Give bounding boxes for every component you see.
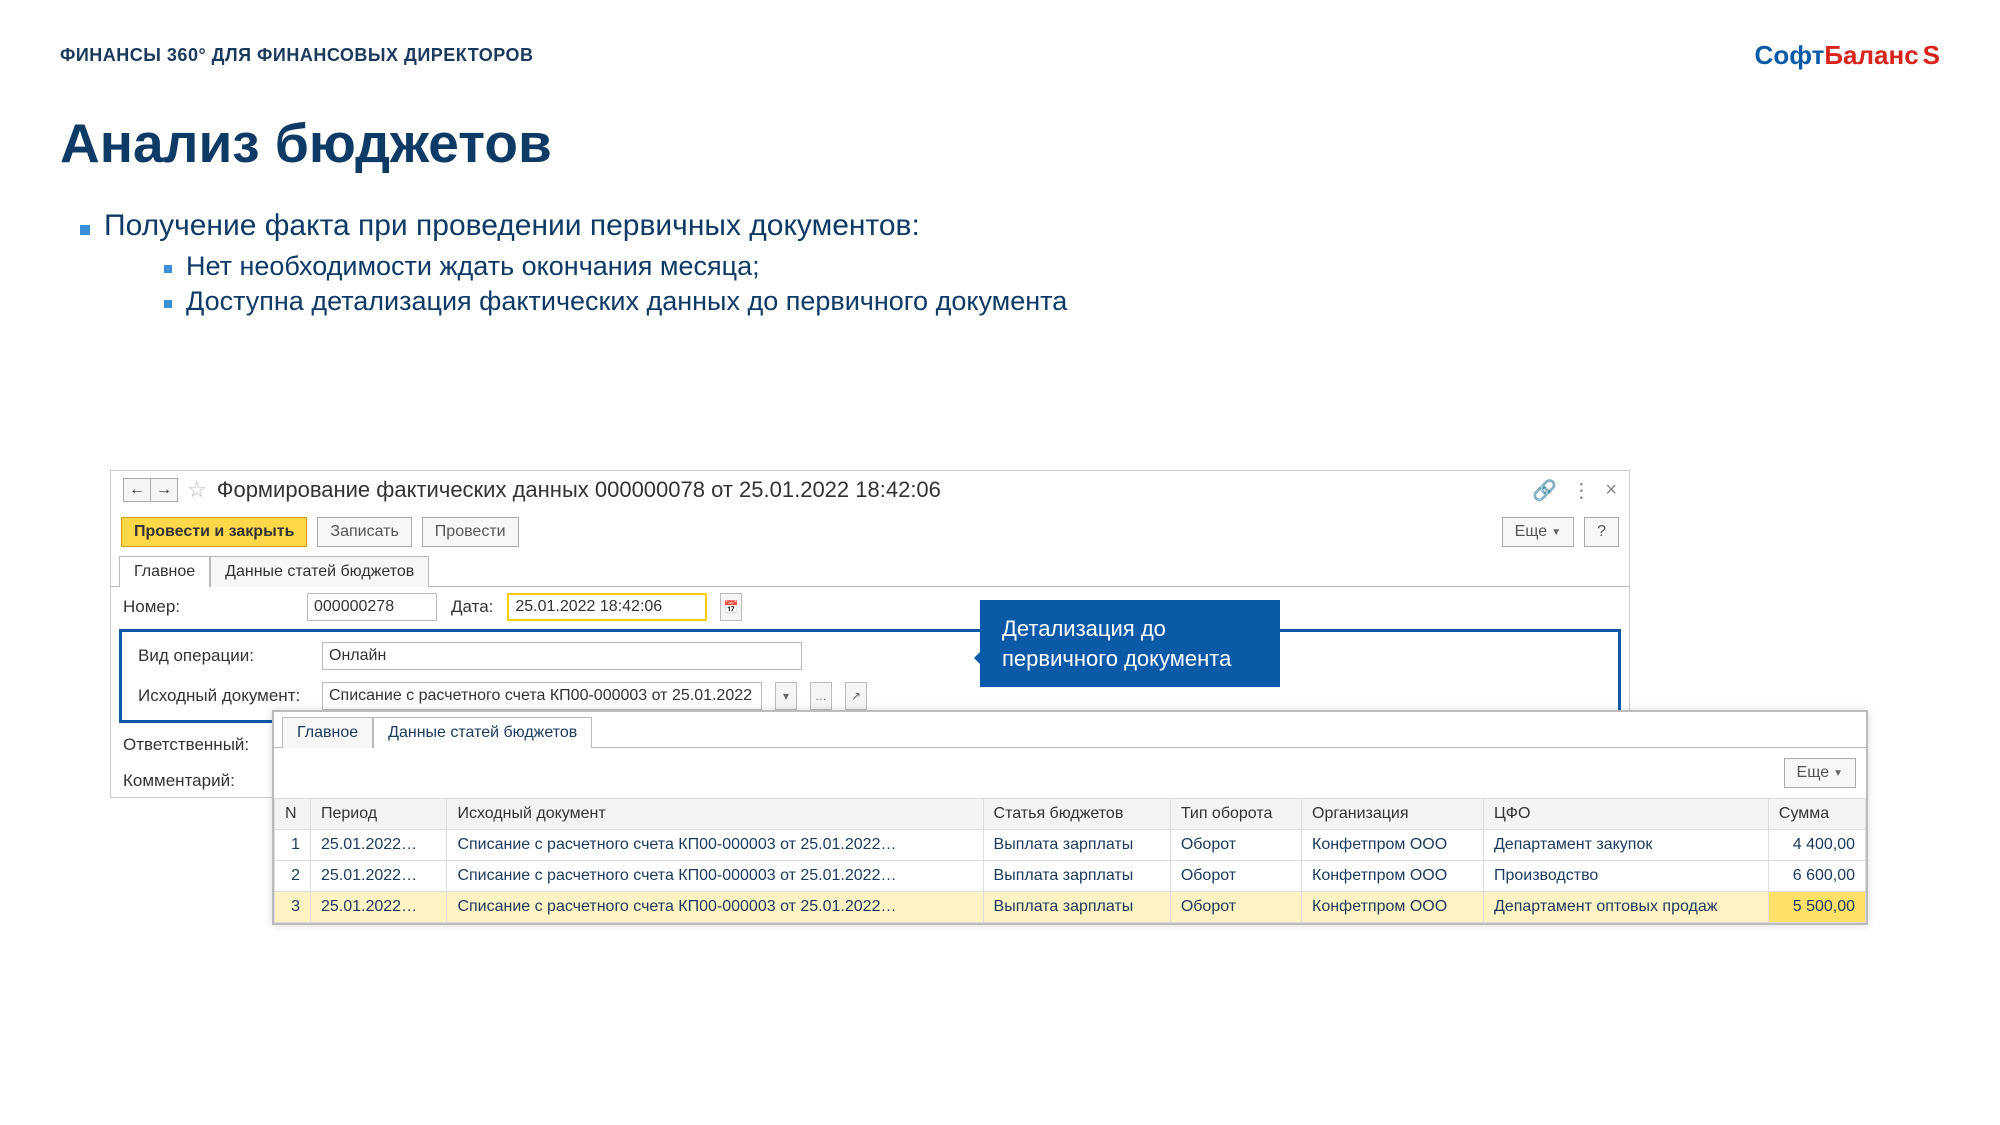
save-button[interactable]: Записать	[317, 517, 411, 547]
post-and-close-button[interactable]: Провести и закрыть	[121, 517, 307, 547]
chevron-down-icon: ▼	[1551, 527, 1561, 538]
col-n[interactable]: N	[275, 799, 311, 830]
col-org[interactable]: Организация	[1302, 799, 1484, 830]
tab-budget-data[interactable]: Данные статей бюджетов	[210, 556, 429, 587]
source-doc-open-icon[interactable]: ↗	[845, 682, 867, 710]
cell-period: 25.01.2022…	[311, 830, 447, 861]
col-srcdoc[interactable]: Исходный документ	[447, 799, 983, 830]
cell-org: Конфетпром ООО	[1302, 892, 1484, 923]
cell-article: Выплата зарплаты	[983, 830, 1170, 861]
cell-org: Конфетпром ООО	[1302, 830, 1484, 861]
bullet-sub-2: Доступна детализация фактических данных …	[164, 286, 1940, 317]
budget-data-table: N Период Исходный документ Статья бюджет…	[274, 798, 1866, 923]
cell-turnover: Оборот	[1170, 830, 1301, 861]
cell-article: Выплата зарплаты	[983, 861, 1170, 892]
number-input[interactable]: 000000278	[307, 593, 437, 621]
col-turnover[interactable]: Тип оборота	[1170, 799, 1301, 830]
cell-n: 3	[275, 892, 311, 923]
cell-n: 2	[275, 861, 311, 892]
callout-annotation: Детализация до первичного документа	[980, 600, 1280, 687]
calendar-icon[interactable]: 📅	[720, 593, 742, 621]
col-period[interactable]: Период	[311, 799, 447, 830]
logo-glyph-icon: S	[1923, 40, 1940, 70]
cell-srcdoc: Списание с расчетного счета КП00-000003 …	[447, 830, 983, 861]
bullet-sub-1: Нет необходимости ждать окончания месяца…	[164, 251, 1940, 282]
nav-forward-button[interactable]: →	[150, 478, 178, 502]
slide-title: Анализ бюджетов	[60, 111, 1940, 175]
logo: СофтБалансS	[1755, 40, 1940, 71]
more-button[interactable]: Еще▼	[1502, 517, 1574, 547]
table-more-button[interactable]: Еще▼	[1784, 758, 1856, 788]
date-label: Дата:	[451, 597, 493, 617]
cell-period: 25.01.2022…	[311, 892, 447, 923]
cell-cfo: Департамент оптовых продаж	[1483, 892, 1768, 923]
col-sum[interactable]: Сумма	[1768, 799, 1865, 830]
col-article[interactable]: Статья бюджетов	[983, 799, 1170, 830]
source-doc-select-button[interactable]: …	[810, 682, 832, 710]
cell-org: Конфетпром ООО	[1302, 861, 1484, 892]
cell-sum: 6 600,00	[1768, 861, 1865, 892]
source-doc-input[interactable]: Списание с расчетного счета КП00-000003 …	[322, 682, 762, 710]
logo-soft: Софт	[1755, 40, 1825, 70]
cell-sum: 5 500,00	[1768, 892, 1865, 923]
page-header-title: ФИНАНСЫ 360° ДЛЯ ФИНАНСОВЫХ ДИРЕКТОРОВ	[60, 45, 534, 66]
nav-back-button[interactable]: ←	[123, 478, 151, 502]
budget-data-window: Главное Данные статей бюджетов Еще▼ N Пе…	[272, 710, 1868, 925]
close-icon[interactable]: ×	[1605, 479, 1617, 502]
comment-label: Комментарий:	[123, 771, 293, 791]
col-cfo[interactable]: ЦФО	[1483, 799, 1768, 830]
cell-turnover: Оборот	[1170, 861, 1301, 892]
table-row[interactable]: 2 25.01.2022… Списание с расчетного счет…	[275, 861, 1866, 892]
help-button[interactable]: ?	[1584, 517, 1619, 547]
post-button[interactable]: Провести	[422, 517, 519, 547]
tab2-budget-data[interactable]: Данные статей бюджетов	[373, 717, 592, 748]
cell-sum: 4 400,00	[1768, 830, 1865, 861]
responsible-label: Ответственный:	[123, 735, 293, 755]
cell-n: 1	[275, 830, 311, 861]
source-doc-dropdown-icon[interactable]: ▾	[775, 682, 797, 710]
window-title: Формирование фактических данных 00000007…	[217, 477, 941, 503]
bullet-top: Получение факта при проведении первичных…	[104, 209, 920, 242]
cell-srcdoc: Списание с расчетного счета КП00-000003 …	[447, 892, 983, 923]
link-icon[interactable]: 🔗	[1532, 478, 1557, 503]
operation-type-input[interactable]: Онлайн	[322, 642, 802, 670]
cell-cfo: Департамент закупок	[1483, 830, 1768, 861]
logo-balance: Баланс	[1824, 40, 1918, 70]
cell-period: 25.01.2022…	[311, 861, 447, 892]
tab-main[interactable]: Главное	[119, 556, 210, 587]
cell-cfo: Производство	[1483, 861, 1768, 892]
favorite-star-icon[interactable]: ☆	[187, 477, 207, 503]
date-input[interactable]: 25.01.2022 18:42:06	[507, 593, 707, 621]
more-menu-icon[interactable]: ⋮	[1571, 478, 1591, 503]
table-row[interactable]: 1 25.01.2022… Списание с расчетного счет…	[275, 830, 1866, 861]
cell-srcdoc: Списание с расчетного счета КП00-000003 …	[447, 861, 983, 892]
cell-turnover: Оборот	[1170, 892, 1301, 923]
tab2-main[interactable]: Главное	[282, 717, 373, 748]
cell-article: Выплата зарплаты	[983, 892, 1170, 923]
chevron-down-icon: ▼	[1833, 768, 1843, 779]
source-doc-label: Исходный документ:	[138, 686, 308, 706]
operation-type-label: Вид операции:	[138, 646, 308, 666]
highlighted-source-section: Вид операции: Онлайн Исходный документ: …	[119, 629, 1621, 723]
table-row[interactable]: 3 25.01.2022… Списание с расчетного счет…	[275, 892, 1866, 923]
number-label: Номер:	[123, 597, 293, 617]
